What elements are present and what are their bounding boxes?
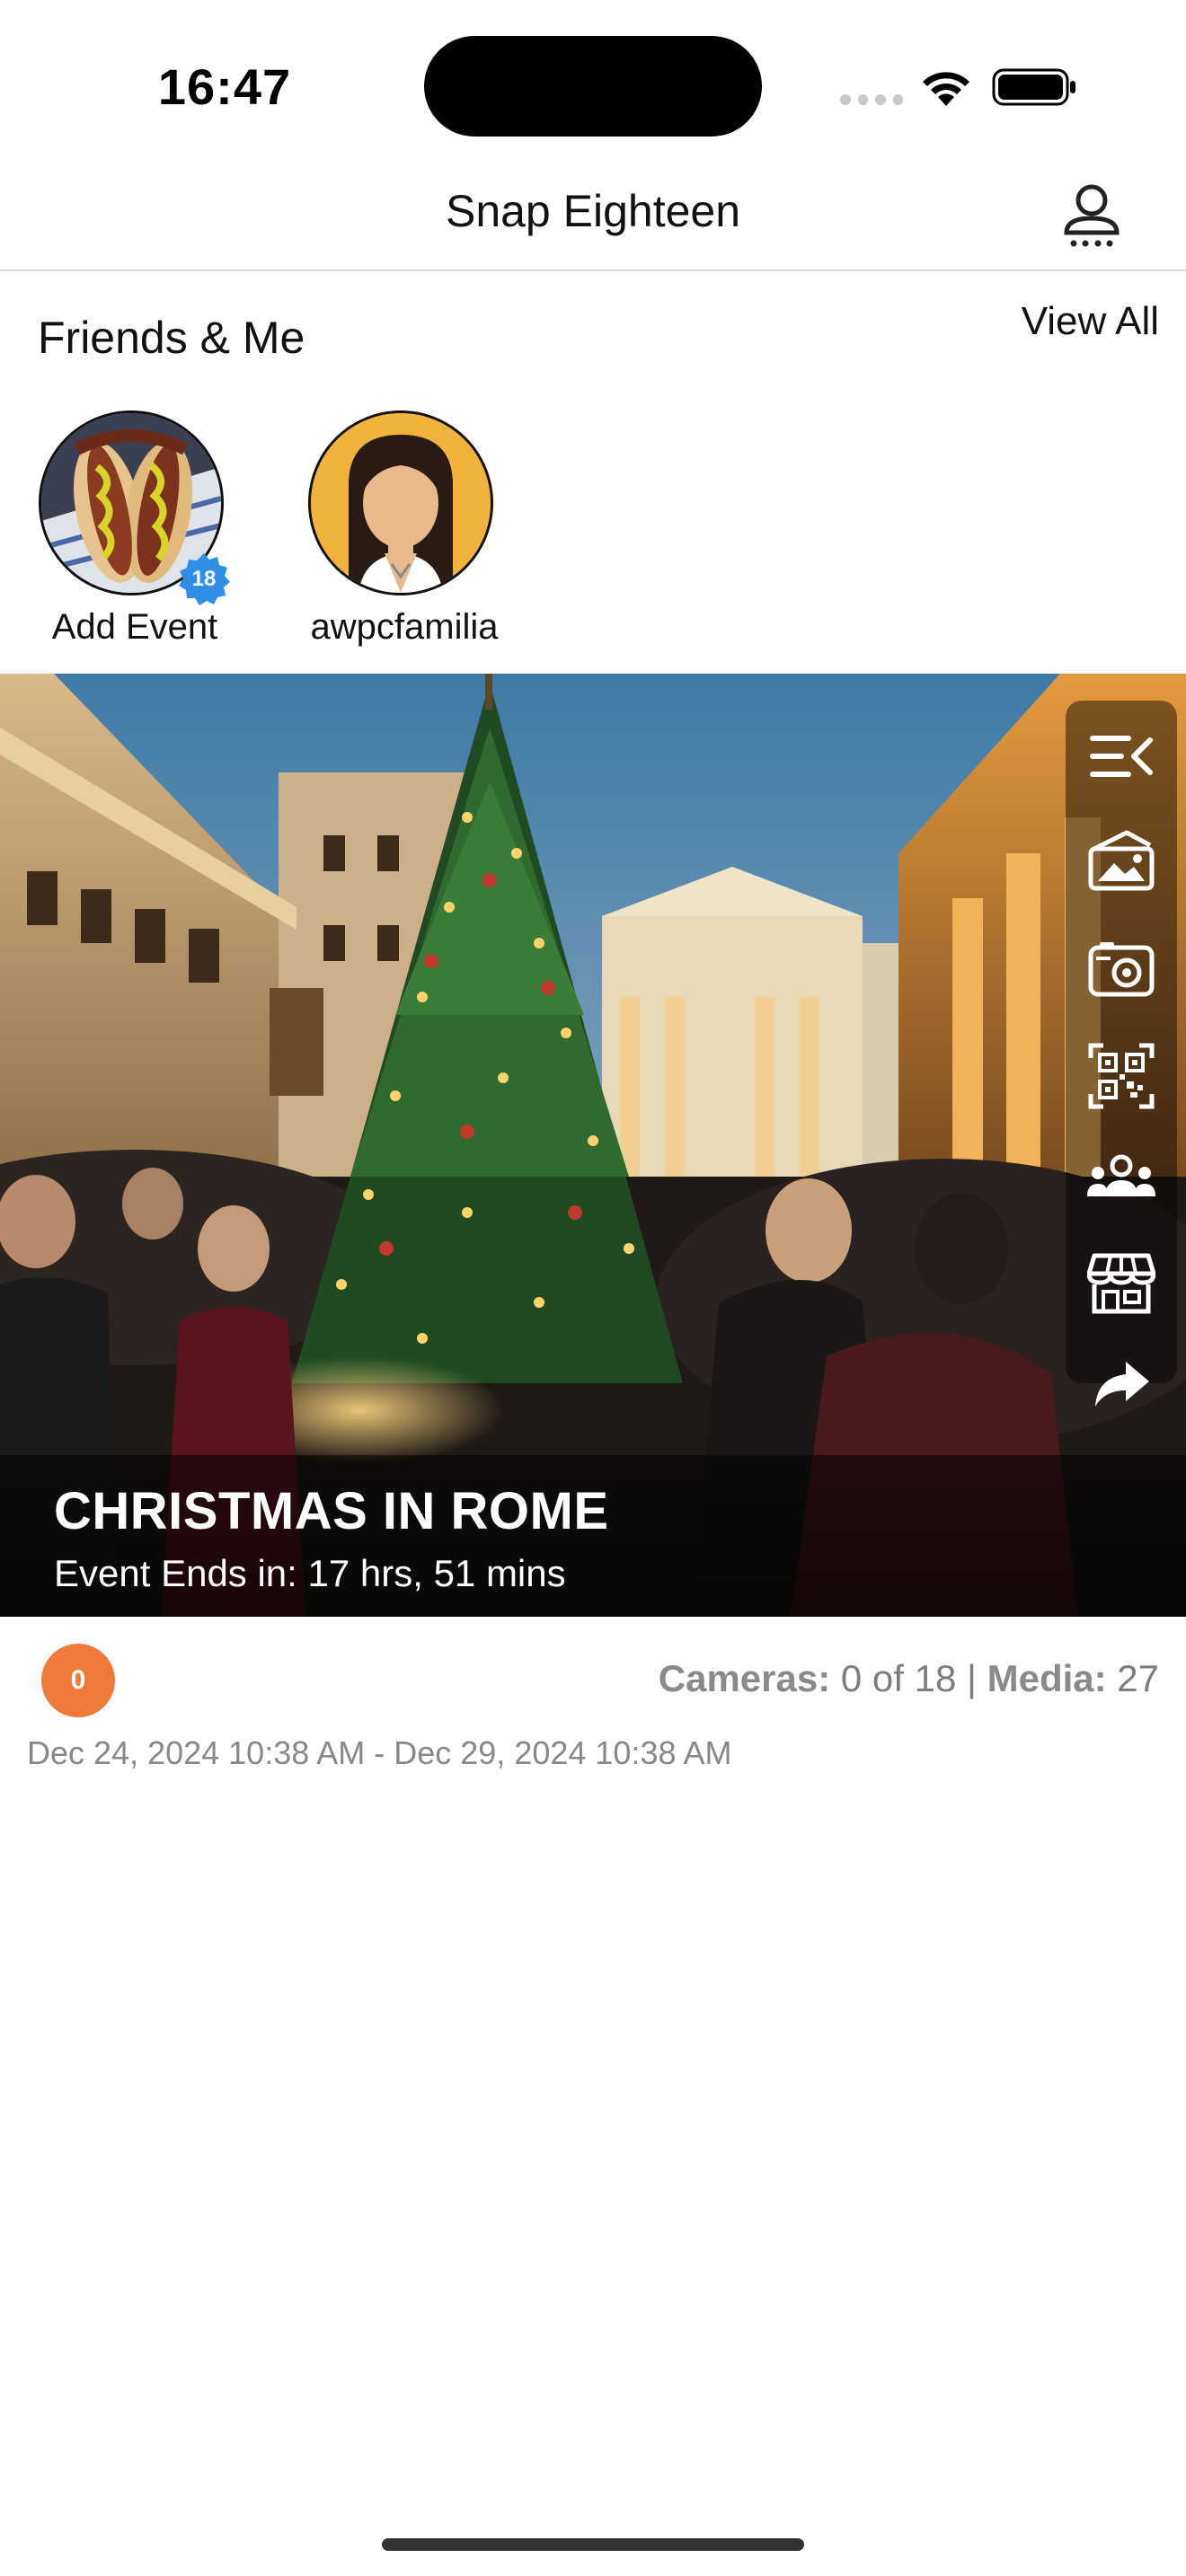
- avatar-label-add-event: Add Event: [51, 607, 218, 647]
- badge-count: 18: [191, 567, 217, 591]
- home-indicator: [382, 2538, 804, 2551]
- event-count-badge-orange[interactable]: 0: [41, 1644, 115, 1717]
- share-icon: [1095, 1362, 1149, 1407]
- wifi-icon: [918, 65, 974, 108]
- friends-section-title: Friends & Me: [38, 313, 305, 363]
- view-all-link[interactable]: View All: [970, 289, 1159, 354]
- media-value: 27: [1117, 1657, 1159, 1699]
- cameras-label: Cameras:: [658, 1657, 831, 1699]
- header-divider: [0, 269, 1186, 271]
- event-countdown: Event Ends in: 17 hrs, 51 mins: [54, 1552, 566, 1594]
- qr-code-button[interactable]: [1076, 1031, 1166, 1121]
- collapse-menu-button[interactable]: [1076, 711, 1166, 801]
- user-profile-icon: [1064, 184, 1120, 247]
- people-icon: [1087, 1154, 1155, 1196]
- event-title: CHRISTMAS IN ROME: [54, 1482, 609, 1540]
- avatar: [308, 410, 493, 595]
- cellular-signal-icon: [840, 93, 903, 106]
- event-cover[interactable]: CHRISTMAS IN ROME Event Ends in: 17 hrs,…: [0, 674, 1186, 1617]
- event-stats: Cameras: 0 of 18 | Media: 27: [503, 1647, 1159, 1710]
- camera-button[interactable]: [1076, 923, 1166, 1013]
- friend-avatar-awpcfamilia[interactable]: [308, 410, 493, 595]
- avatar-label-awpcfamilia: awpcfamilia: [310, 607, 499, 647]
- dynamic-island: [424, 36, 762, 137]
- cameras-value: 0 of 18: [840, 1657, 957, 1699]
- store-button[interactable]: [1076, 1238, 1166, 1328]
- qr-code-icon: [1088, 1043, 1155, 1109]
- gallery-icon: [1088, 830, 1155, 891]
- camera-icon: [1088, 942, 1155, 997]
- gallery-button[interactable]: [1076, 816, 1166, 905]
- battery-icon: [992, 66, 1078, 108]
- stats-separator: |: [967, 1657, 977, 1699]
- profile-button[interactable]: [1051, 176, 1132, 257]
- page-title: Snap Eighteen: [445, 186, 741, 236]
- event-date-range: Dec 24, 2024 10:38 AM - Dec 29, 2024 10:…: [27, 1734, 732, 1771]
- status-time: 16:47: [157, 58, 292, 115]
- people-button[interactable]: [1076, 1134, 1166, 1223]
- share-button[interactable]: [1076, 1338, 1166, 1428]
- collapse-menu-icon: [1090, 736, 1153, 777]
- media-label: Media:: [987, 1657, 1107, 1699]
- event-count-badge: 18: [176, 551, 232, 607]
- store-icon: [1087, 1253, 1155, 1314]
